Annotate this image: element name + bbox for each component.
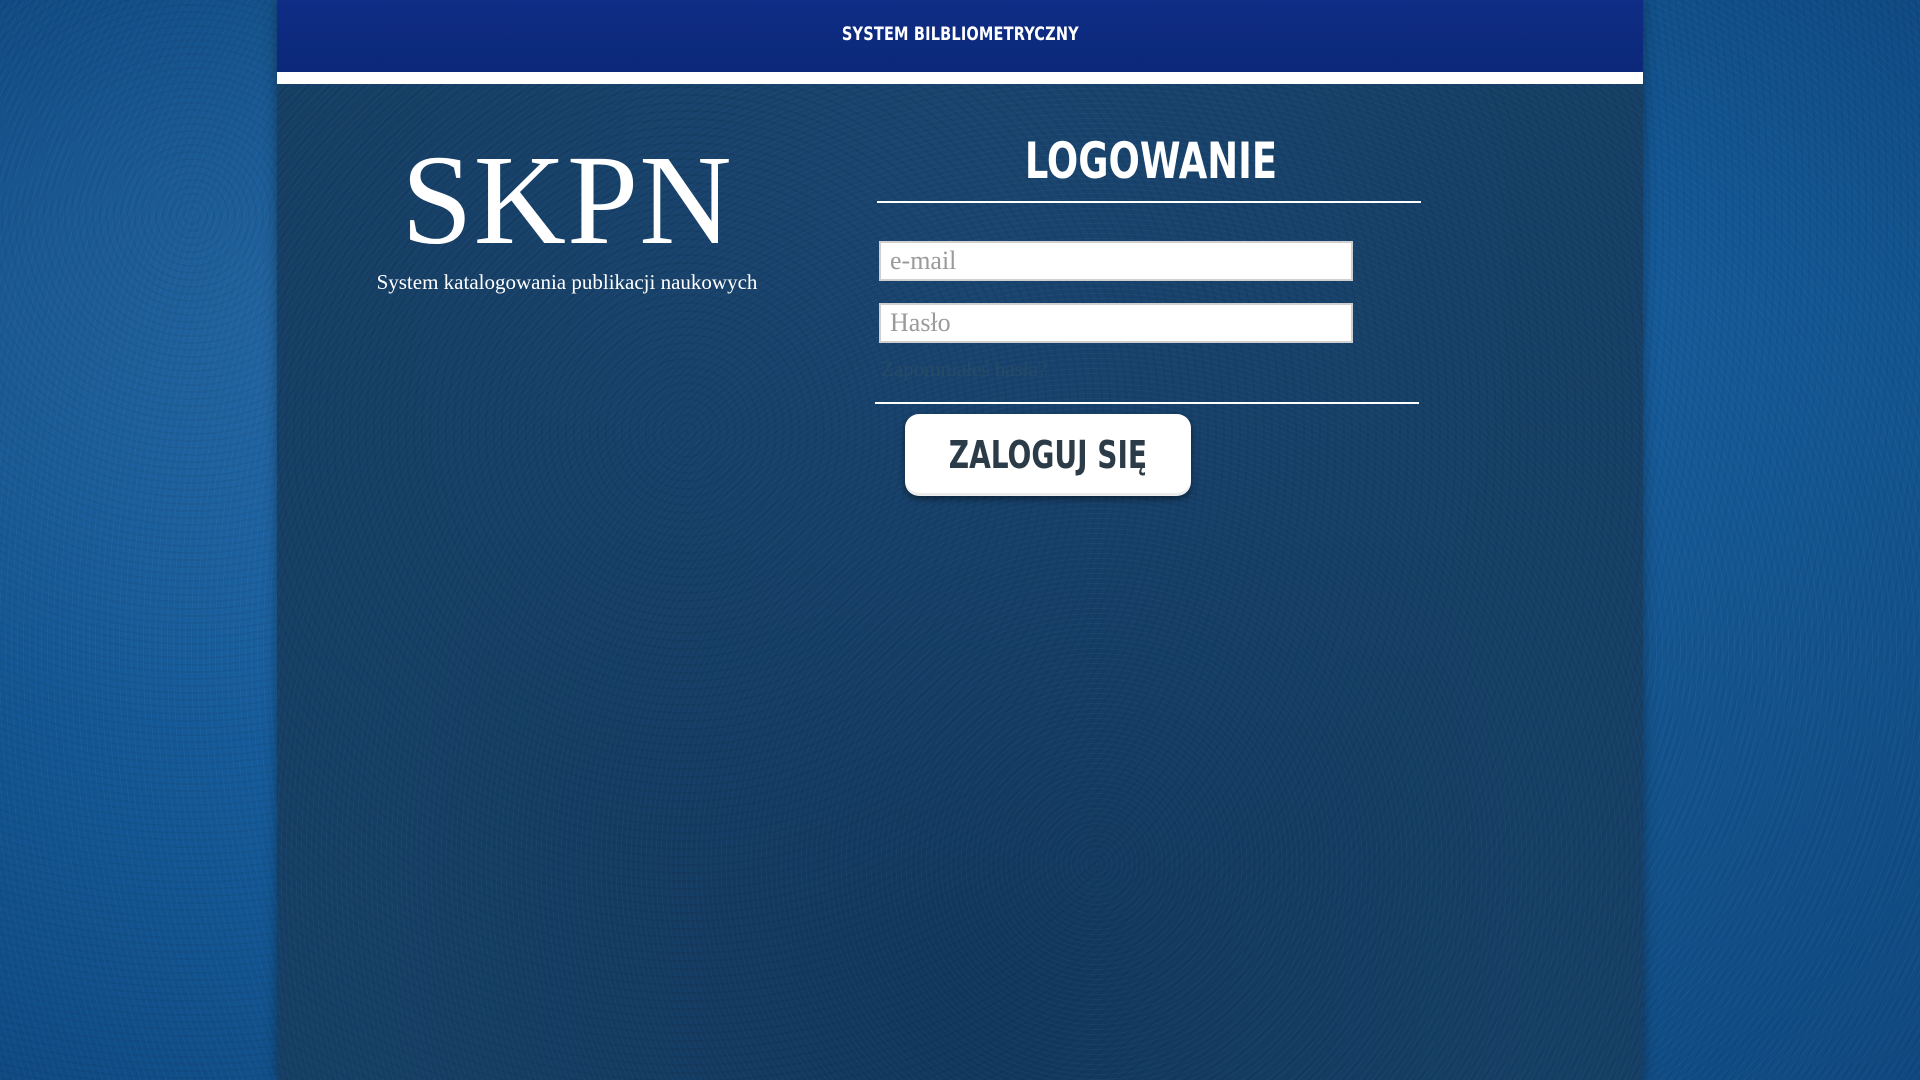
login-button[interactable]: Zaloguj się	[905, 414, 1191, 496]
top-header-bar: System bilbliometryczny	[277, 0, 1643, 84]
header-title: System bilbliometryczny	[841, 23, 1079, 45]
forgot-password-link[interactable]: Zapomniałeś hasła?	[881, 357, 1425, 382]
email-input[interactable]	[879, 241, 1353, 281]
brand-logo: SKPN	[401, 129, 733, 271]
password-input[interactable]	[879, 303, 1353, 343]
login-divider-bottom	[875, 402, 1419, 404]
login-title: Logowanie	[1024, 132, 1278, 190]
brand-block: SKPN System katalogowania publikacji nau…	[357, 136, 777, 295]
brand-subtitle: System katalogowania publikacji naukowyc…	[376, 270, 758, 294]
login-form: Logowanie Zapomniałeś hasła? Zaloguj się	[875, 132, 1425, 496]
login-button-label: Zaloguj się	[948, 433, 1148, 477]
main-panel: System bilbliometryczny SKPN System kata…	[277, 0, 1643, 1080]
login-divider-top	[877, 201, 1421, 203]
